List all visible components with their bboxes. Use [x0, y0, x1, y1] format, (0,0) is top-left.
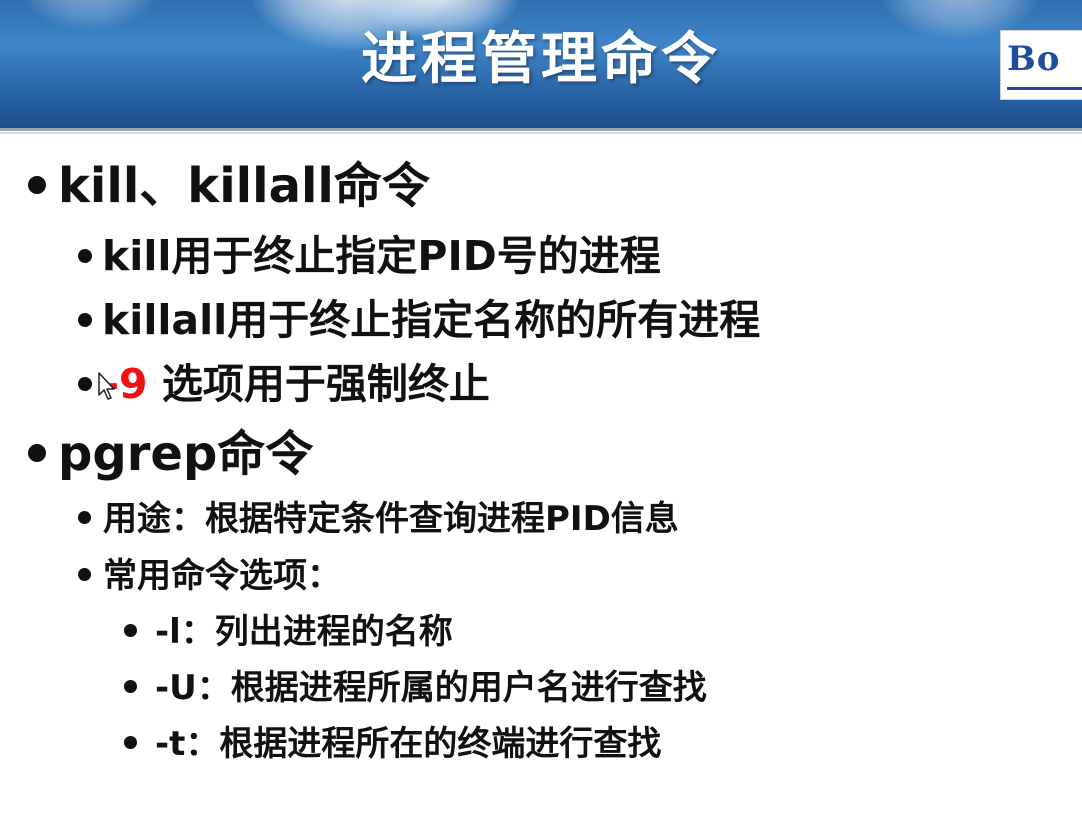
- bullet-icon: [28, 176, 46, 194]
- list-item-text: kill用于终止指定PID号的进程: [102, 232, 661, 280]
- slide-title: 进程管理命令: [361, 27, 721, 92]
- bullet-icon: [78, 377, 92, 391]
- list-item-text: killall用于终止指定名称的所有进程: [102, 296, 761, 344]
- section-heading-pgrep: pgrep命令: [28, 426, 313, 482]
- bullet-icon: [124, 624, 137, 637]
- list-item: 用途：根据特定条件查询进程PID信息: [78, 498, 679, 540]
- header-divider: [0, 128, 1082, 131]
- logo-underline: [1007, 87, 1082, 90]
- bullet-icon: [78, 249, 92, 263]
- list-item: kill用于终止指定PID号的进程: [78, 232, 661, 280]
- option-item: -l：列出进程的名称: [124, 611, 453, 653]
- bullet-icon: [124, 680, 137, 693]
- option-text: -l：列出进程的名称: [155, 612, 453, 652]
- list-item: 常用命令选项：: [78, 555, 341, 597]
- company-logo: Bo: [1000, 30, 1082, 100]
- bullet-icon: [78, 568, 91, 581]
- bullet-icon: [124, 736, 137, 749]
- mouse-cursor-icon: [98, 372, 115, 400]
- heading-text: kill、killall命令: [58, 158, 430, 214]
- option-item: -U：根据进程所属的用户名进行查找: [124, 667, 707, 709]
- bullet-icon: [78, 313, 92, 327]
- slide-header: 进程管理命令 Bo: [0, 0, 1082, 128]
- bullet-icon: [28, 444, 46, 462]
- list-item: killall用于终止指定名称的所有进程: [78, 296, 760, 344]
- list-item: -9 选项用于强制终止: [78, 360, 490, 408]
- bullet-icon: [78, 511, 91, 524]
- heading-text: pgrep命令: [58, 426, 314, 482]
- list-item-text: 常用命令选项：: [103, 556, 341, 596]
- logo-text: Bo: [1007, 39, 1061, 79]
- list-item-text: 选项用于强制终止: [147, 360, 490, 408]
- option-text: -t：根据进程所在的终端进行查找: [155, 724, 662, 764]
- option-item: -t：根据进程所在的终端进行查找: [124, 723, 661, 765]
- header-divider-shadow: [0, 132, 1082, 134]
- list-item-text: 用途：根据特定条件查询进程PID信息: [103, 499, 679, 539]
- option-text: -U：根据进程所属的用户名进行查找: [155, 668, 707, 708]
- section-heading-kill: kill、killall命令: [28, 158, 430, 214]
